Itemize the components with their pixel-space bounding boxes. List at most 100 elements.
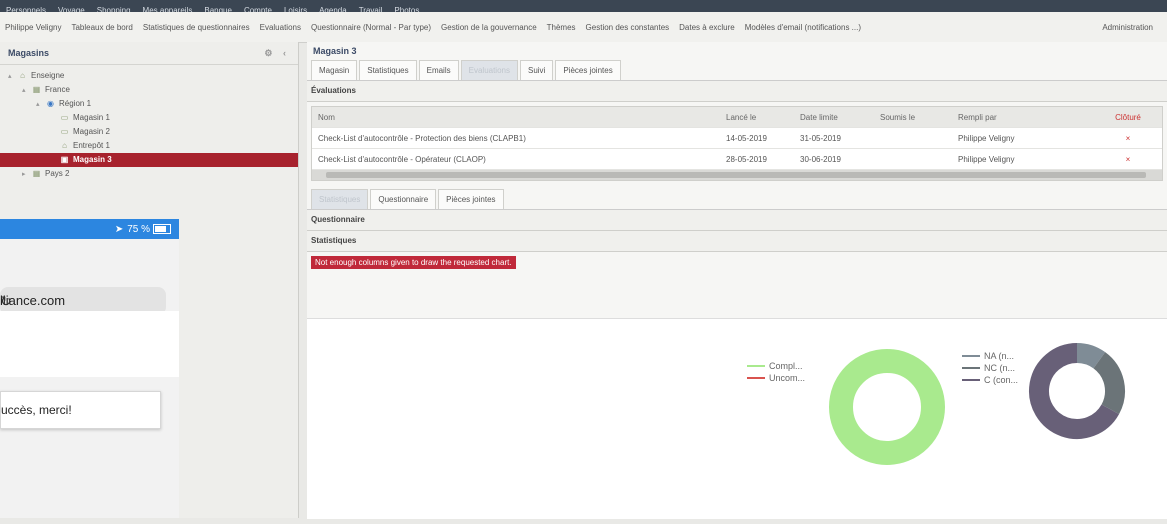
- subtab[interactable]: Statistiques: [311, 189, 369, 209]
- tab[interactable]: Magasin: [311, 60, 358, 80]
- charts-svg: Compl... Uncom... NA (n... NC (n... C (con..…: [747, 343, 1125, 465]
- tree-node-label: Magasin 2: [73, 127, 110, 136]
- menu-item[interactable]: Thèmes: [542, 23, 581, 32]
- bookmark-item[interactable]: Mes appareils: [137, 5, 199, 12]
- cart-icon: ▣: [60, 155, 69, 164]
- table-cell: 31-05-2019: [800, 133, 841, 143]
- menu-item[interactable]: Dates à exclure: [674, 23, 740, 32]
- legend-label[interactable]: Uncom...: [769, 373, 805, 383]
- expand-toggle-icon[interactable]: ▴: [22, 84, 31, 98]
- battery-icon: [153, 224, 171, 234]
- tree-node-label: France: [45, 85, 70, 94]
- tab[interactable]: Suivi: [519, 60, 554, 80]
- subtab[interactable]: Questionnaire: [370, 189, 437, 209]
- donut-slice[interactable]: [1076, 343, 1106, 369]
- bookmark-item[interactable]: Personnels: [0, 5, 52, 12]
- store-icon: ▭: [60, 127, 69, 136]
- tree-node[interactable]: ▭ Magasin 1: [0, 111, 298, 125]
- tab[interactable]: Evaluations: [460, 60, 518, 80]
- tree-node[interactable]: ▣ Magasin 3: [0, 153, 298, 167]
- table-row[interactable]: Check-List d'autocontrôle - Protection d…: [312, 128, 1162, 149]
- close-icon[interactable]: ×: [1108, 134, 1148, 143]
- browser-url-area: lliance.com ↻: [0, 239, 179, 315]
- current-user[interactable]: Philippe Veligny: [0, 23, 66, 32]
- tree-node[interactable]: ⌂ Entrepôt 1: [0, 139, 298, 153]
- legend-label[interactable]: NA (n...: [984, 351, 1014, 361]
- legend-label[interactable]: NC (n...: [984, 363, 1015, 373]
- tree-node[interactable]: ▴ ⌂ Enseigne: [0, 69, 298, 83]
- table-row[interactable]: Check-List d'autocontrôle - Opérateur (C…: [312, 149, 1162, 170]
- table-cell: Check-List d'autocontrôle - Protection d…: [318, 133, 526, 143]
- stores-tree: ▴ ⌂ Enseigne ▴ ▦ France ▴ ◉ Région 1 ▭ Magasin 1 ▭ M…: [0, 65, 298, 181]
- table-cell: 28-05-2019: [726, 154, 767, 164]
- tab[interactable]: Emails: [418, 60, 459, 80]
- column-header[interactable]: Rempli par: [958, 113, 1108, 122]
- table-cell: 14-05-2019: [726, 133, 767, 143]
- bookmark-item[interactable]: Travail: [353, 5, 389, 12]
- tree-node-label: Pays 2: [45, 169, 70, 178]
- legend-label[interactable]: Compl...: [769, 361, 803, 371]
- column-header[interactable]: Clôturé: [1108, 113, 1148, 122]
- table-cell: Philippe Veligny: [958, 133, 1015, 143]
- column-header[interactable]: Date limite: [800, 113, 880, 122]
- stores-panel-header: Magasins ⚙ ‹: [0, 42, 298, 65]
- table-cell: 30-06-2019: [800, 154, 841, 164]
- expand-toggle-icon[interactable]: ▸: [22, 168, 31, 182]
- table-cell: Check-List d'autocontrôle - Opérateur (C…: [318, 154, 486, 164]
- globe-icon: ◉: [47, 99, 54, 108]
- tree-node-label: Région 1: [59, 99, 92, 108]
- menu-item[interactable]: Statistiques de questionnaires: [138, 23, 255, 32]
- column-header[interactable]: Nom: [312, 113, 726, 122]
- bookmark-item[interactable]: Shopping: [91, 5, 137, 12]
- donut-slice[interactable]: [1092, 352, 1125, 415]
- expand-toggle-icon[interactable]: ▴: [36, 98, 45, 112]
- tree-node[interactable]: ▸ ▦ Pays 2: [0, 167, 298, 181]
- evaluation-subtabs: Statistiques Questionnaire Pièces jointes: [307, 189, 1167, 210]
- charts-area: Compl... Uncom... NA (n... NC (n... C (con..…: [307, 318, 1167, 519]
- close-icon[interactable]: ×: [1108, 155, 1148, 164]
- statistiques-header[interactable]: Statistiques: [307, 231, 1167, 252]
- menu-item[interactable]: Modèles d'email (notifications ...): [740, 23, 866, 32]
- bookmarks-bar: Personnels Voyage Shopping Mes appareils Ban…: [0, 0, 1167, 12]
- tree-node-label: Enseigne: [31, 71, 65, 80]
- home-icon: ⌂: [62, 141, 67, 150]
- bookmark-item[interactable]: Banque: [198, 5, 238, 12]
- donut-slice[interactable]: [829, 349, 945, 465]
- location-icon: ➤: [114, 223, 124, 235]
- tree-node[interactable]: ▴ ▦ France: [0, 83, 298, 97]
- tree-node-label: Magasin 1: [73, 113, 110, 122]
- column-header[interactable]: Soumis le: [880, 113, 958, 122]
- expand-toggle-icon[interactable]: ▴: [8, 70, 17, 84]
- menu-item[interactable]: Tableaux de bord: [66, 23, 137, 32]
- legend-label[interactable]: C (con...: [984, 375, 1018, 385]
- battery-text: 75 %: [127, 223, 150, 235]
- menu-item[interactable]: Gestion des constantes: [581, 23, 675, 32]
- bookmark-item[interactable]: Voyage: [52, 5, 91, 12]
- admin-menu[interactable]: Administration: [1097, 23, 1167, 32]
- flag-icon: ▦: [32, 169, 41, 178]
- evaluations-header: Évaluations: [307, 81, 1167, 102]
- bookmark-item[interactable]: Agenda: [313, 5, 353, 12]
- tab[interactable]: Statistiques: [359, 60, 417, 80]
- bookmark-item[interactable]: Loisirs: [278, 5, 313, 12]
- menu-item[interactable]: Gestion de la gouvernance: [436, 23, 542, 32]
- tree-node[interactable]: ▭ Magasin 2: [0, 125, 298, 139]
- panel-collapse-icon[interactable]: ⚙ ‹: [264, 48, 290, 59]
- table-header: Nom Lancé le Date limite Soumis le Rempli pa…: [312, 107, 1162, 128]
- app-menubar: Philippe Veligny Tableaux de bord Statist…: [0, 12, 1167, 43]
- bookmark-item[interactable]: Photos: [388, 5, 425, 12]
- horizontal-scrollbar[interactable]: [312, 170, 1162, 180]
- menu-item[interactable]: Questionnaire (Normal - Par type): [306, 23, 436, 32]
- questionnaire-header[interactable]: Questionnaire: [307, 210, 1167, 231]
- main-tabs: Magasin Statistiques Emails Evaluations Suiv…: [307, 60, 1167, 81]
- column-header[interactable]: Lancé le: [726, 113, 800, 122]
- tab[interactable]: Pièces jointes: [555, 60, 621, 80]
- evaluations-table: Nom Lancé le Date limite Soumis le Rempli pa…: [311, 106, 1163, 181]
- home-icon: ⌂: [20, 71, 25, 80]
- subtab[interactable]: Pièces jointes: [438, 189, 504, 209]
- bookmark-item[interactable]: Compte: [238, 5, 278, 12]
- tree-node[interactable]: ▴ ◉ Région 1: [0, 97, 298, 111]
- scrollbar-thumb[interactable]: [326, 172, 1146, 178]
- store-icon: ▭: [60, 113, 69, 122]
- menu-item[interactable]: Evaluations: [255, 23, 306, 32]
